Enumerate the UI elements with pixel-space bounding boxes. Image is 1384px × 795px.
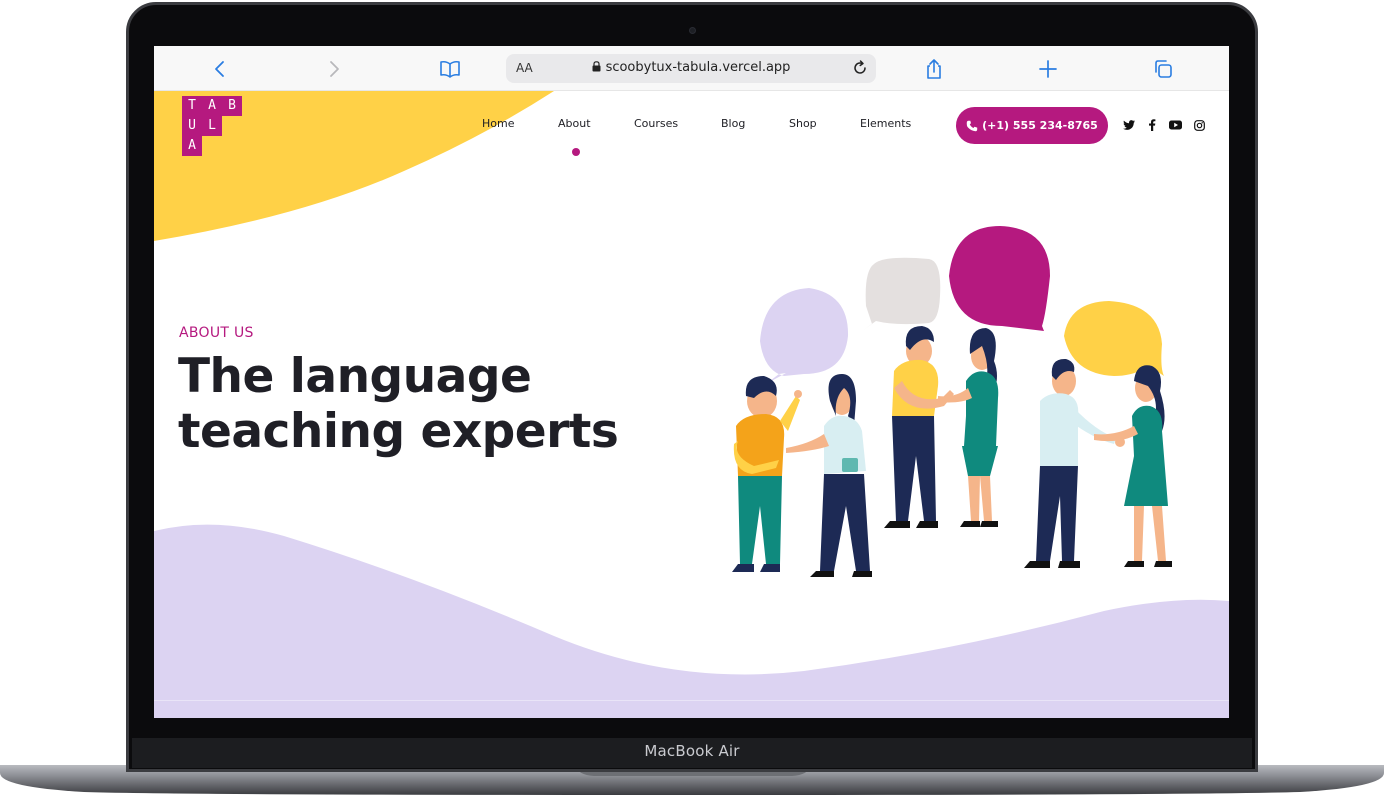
- speech-bubble-yellow: [1064, 301, 1164, 376]
- screen: AA scoobytux-tabula.vercel.app T A B U L…: [154, 46, 1229, 718]
- people-talking-illustration: [732, 226, 1172, 577]
- instagram-icon[interactable]: [1192, 118, 1206, 132]
- camera-icon: [689, 27, 696, 34]
- twitter-icon[interactable]: [1122, 118, 1136, 132]
- person-woman-teal-dress: [938, 328, 999, 527]
- address-bar[interactable]: AA scoobytux-tabula.vercel.app: [506, 54, 876, 83]
- site-logo[interactable]: T A B U L A: [182, 96, 244, 156]
- tabs-icon[interactable]: [1148, 54, 1178, 84]
- youtube-icon[interactable]: [1168, 118, 1182, 132]
- hero-eyebrow: ABOUT US: [179, 325, 254, 341]
- person-woman-right: [1094, 365, 1172, 567]
- nav-item-blog[interactable]: Blog: [721, 117, 745, 130]
- logo-letter: U: [182, 116, 202, 136]
- person-man-thinking: [884, 326, 954, 528]
- logo-letter: A: [202, 96, 222, 116]
- logo-letter: T: [182, 96, 202, 116]
- browser-toolbar: AA scoobytux-tabula.vercel.app: [154, 46, 1229, 91]
- reload-icon[interactable]: [850, 58, 870, 83]
- device-mockup: MacBook Air AA scoobytux-tabula.vercel.a…: [0, 0, 1384, 795]
- person-man-yellow-shirt: [732, 376, 802, 572]
- logo-letter: B: [222, 96, 242, 116]
- phone-number: (+1) 555 234-8765: [982, 119, 1098, 132]
- url-display: scoobytux-tabula.vercel.app: [506, 60, 876, 75]
- speech-bubble-grey: [862, 257, 941, 331]
- person-woman-with-bag: [786, 374, 872, 577]
- device-model-label: MacBook Air: [644, 742, 740, 760]
- nav-item-elements[interactable]: Elements: [860, 117, 911, 130]
- active-nav-indicator: [572, 148, 580, 156]
- lock-icon: [592, 61, 601, 72]
- headline-line-1: The language: [178, 349, 532, 404]
- nav-item-shop[interactable]: Shop: [789, 117, 817, 130]
- facebook-icon[interactable]: [1145, 118, 1159, 132]
- logo-letter: L: [202, 116, 222, 136]
- nav-item-about[interactable]: About: [558, 117, 591, 130]
- phone-icon: [966, 120, 978, 131]
- speech-bubble-magenta: [949, 226, 1050, 331]
- phone-button[interactable]: (+1) 555 234-8765: [956, 107, 1108, 144]
- new-tab-icon[interactable]: [1033, 54, 1063, 84]
- share-icon[interactable]: [919, 54, 949, 84]
- logo-letter: A: [182, 136, 202, 156]
- url-text: scoobytux-tabula.vercel.app: [605, 60, 791, 75]
- bookmarks-icon[interactable]: [435, 54, 465, 84]
- hero-headline: The language teaching experts: [178, 349, 658, 459]
- web-page: T A B U L A Home About Courses Blog Shop…: [154, 91, 1229, 718]
- nav-item-home[interactable]: Home: [482, 117, 514, 130]
- nav-item-courses[interactable]: Courses: [634, 117, 678, 130]
- headline-line-2: teaching experts: [178, 404, 619, 459]
- back-icon[interactable]: [205, 54, 235, 84]
- forward-icon[interactable]: [319, 54, 349, 84]
- speech-bubble-lavender: [760, 288, 849, 384]
- person-man-blue-shirt: [1024, 358, 1125, 568]
